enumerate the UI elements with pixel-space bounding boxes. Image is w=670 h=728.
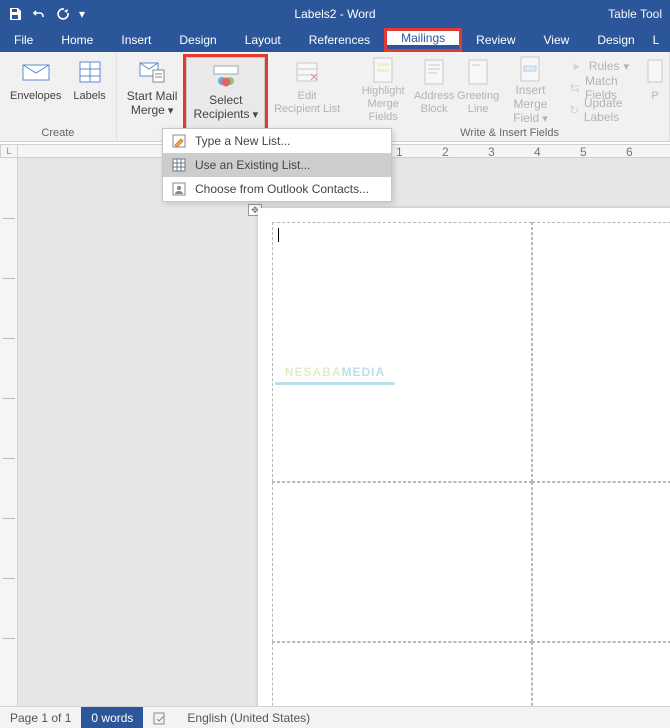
dropdown-type-new-list[interactable]: Type a New List...	[163, 129, 391, 153]
update-labels-button: ↻Update Labels	[565, 100, 641, 120]
envelopes-button[interactable]: Envelopes	[4, 54, 67, 126]
preview-icon	[647, 56, 663, 88]
labels-button[interactable]: Labels	[67, 54, 111, 126]
table-cell[interactable]	[272, 642, 532, 706]
qat-customize-icon[interactable]: ▾	[76, 3, 88, 25]
highlight-mailings-tab: Mailings	[384, 28, 462, 52]
tab-insert[interactable]: Insert	[107, 28, 165, 52]
table-cell[interactable]	[532, 482, 670, 642]
tab-references[interactable]: References	[295, 28, 384, 52]
highlight-fields-icon	[372, 56, 394, 83]
status-language[interactable]: English (United States)	[177, 707, 320, 728]
rules-button: ▸Rules ▾	[565, 56, 641, 76]
undo-icon[interactable]	[28, 3, 50, 25]
envelope-icon	[22, 56, 50, 88]
insert-merge-field-button: Insert Merge Field ▾	[500, 54, 561, 126]
labels-icon	[78, 56, 102, 88]
rules-icon: ▸	[569, 58, 585, 74]
quick-access-toolbar: ▾	[0, 3, 92, 25]
tab-file[interactable]: File	[0, 28, 47, 52]
outlook-contacts-icon	[171, 181, 187, 197]
window-title: Labels2 - Word	[294, 7, 375, 21]
select-recipients-dropdown: Type a New List... Use an Existing List.…	[162, 128, 392, 202]
insert-field-icon	[519, 56, 541, 82]
table-cell[interactable]	[532, 222, 670, 482]
group-write-insert: Highlight Merge Fields Address Block Gre…	[350, 52, 670, 141]
start-mail-merge-button[interactable]: Start Mail Merge ▾	[121, 54, 184, 126]
redo-icon[interactable]	[52, 3, 74, 25]
match-icon: ⇆	[569, 80, 581, 96]
tab-design[interactable]: Design	[165, 28, 230, 52]
vertical-ruler[interactable]	[0, 158, 18, 706]
tab-design-context[interactable]: Design	[583, 28, 648, 52]
highlight-merge-fields-button: Highlight Merge Fields	[354, 54, 412, 126]
address-block-button: Address Block	[412, 54, 456, 126]
tab-review[interactable]: Review	[462, 28, 529, 52]
preview-results-button: P	[645, 54, 665, 126]
document-area[interactable]: ✥	[18, 158, 670, 706]
update-icon: ↻	[569, 102, 580, 118]
tab-home[interactable]: Home	[47, 28, 107, 52]
greeting-icon	[467, 56, 489, 88]
tab-view[interactable]: View	[530, 28, 584, 52]
edit-recipient-list-button: Edit Recipient List	[268, 54, 346, 126]
existing-list-icon	[171, 157, 187, 173]
tab-layout[interactable]: Layout	[231, 28, 295, 52]
ribbon-tabs: File Home Insert Design Layout Reference…	[0, 28, 670, 52]
status-proofing-icon[interactable]	[143, 707, 177, 728]
table-cell[interactable]	[532, 642, 670, 706]
greeting-line-button: Greeting Line	[456, 54, 500, 126]
status-page[interactable]: Page 1 of 1	[0, 707, 81, 728]
edit-list-icon	[295, 56, 319, 88]
write-small-buttons: ▸Rules ▾ ⇆Match Fields ↻Update Labels	[561, 54, 645, 122]
highlight-select-recipients: Select Recipients ▾	[183, 54, 268, 132]
page[interactable]	[258, 208, 670, 706]
dropdown-use-existing-list[interactable]: Use an Existing List...	[163, 153, 391, 177]
tab-layout-context[interactable]: L	[649, 28, 664, 52]
recipients-icon	[212, 60, 240, 92]
match-fields-button: ⇆Match Fields	[565, 78, 641, 98]
table-cell[interactable]	[272, 222, 532, 482]
type-new-icon	[171, 133, 187, 149]
tab-mailings[interactable]: Mailings	[387, 31, 459, 45]
dropdown-outlook-contacts[interactable]: Choose from Outlook Contacts...	[163, 177, 391, 201]
save-icon[interactable]	[4, 3, 26, 25]
select-recipients-button[interactable]: Select Recipients ▾	[186, 57, 265, 129]
address-block-icon	[423, 56, 445, 88]
mail-merge-icon	[139, 56, 165, 88]
ruler-corner: L	[0, 144, 18, 158]
status-bar: Page 1 of 1 0 words English (United Stat…	[0, 706, 670, 728]
group-create: Envelopes Labels Create	[0, 52, 117, 141]
table-cell[interactable]	[272, 482, 532, 642]
title-bar: ▾ Labels2 - Word Table Tool	[0, 0, 670, 28]
label-table	[272, 222, 670, 706]
context-tab-label: Table Tool	[608, 7, 670, 21]
status-words[interactable]: 0 words	[81, 707, 143, 728]
